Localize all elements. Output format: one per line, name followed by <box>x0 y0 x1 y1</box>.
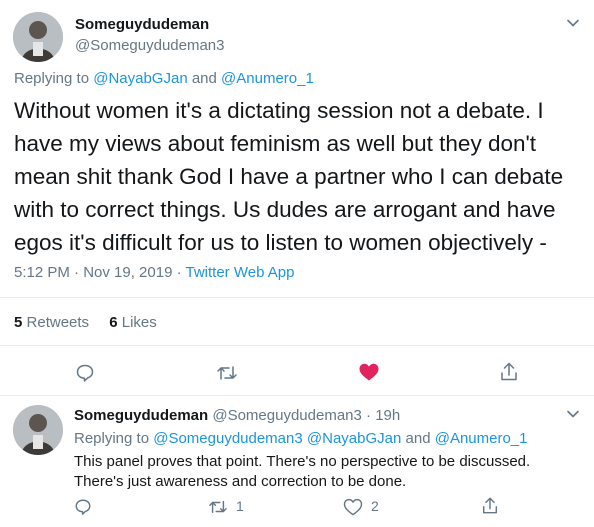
mention-link[interactable]: @Anumero_1 <box>435 430 528 447</box>
reply-like-count: 2 <box>371 498 379 514</box>
reply-replying-to: Replying to @Someguydudeman3 @NayabGJan … <box>74 430 528 447</box>
replying-and: and <box>405 430 431 447</box>
tweet-time[interactable]: 5:12 PM · Nov 19, 2019 · <box>14 264 182 281</box>
reply-bubble-icon[interactable] <box>74 498 92 516</box>
reply-author-handle[interactable]: @Someguydudeman3 <box>212 407 362 424</box>
mention-link[interactable]: @NayabGJan <box>307 430 401 447</box>
chevron-down-icon[interactable] <box>566 407 580 421</box>
author-handle[interactable]: @Someguydudeman3 <box>75 37 225 54</box>
retweets-label: Retweets <box>26 314 90 331</box>
replying-prefix: Replying to <box>14 70 90 87</box>
tweet-text: Without women it's a dictating session n… <box>14 98 564 255</box>
heart-icon[interactable] <box>343 498 363 516</box>
mention-link[interactable]: @NayabGJan <box>93 70 187 87</box>
reply-bubble-icon[interactable] <box>75 363 95 383</box>
divider <box>0 345 594 346</box>
divider <box>0 297 594 298</box>
tweet-metadata: 5:12 PM · Nov 19, 2019 · Twitter Web App <box>14 264 294 281</box>
share-icon[interactable] <box>499 361 519 382</box>
reply-retweet-count: 1 <box>236 498 244 514</box>
replying-and: and <box>191 70 217 87</box>
reply-author-avatar[interactable] <box>13 405 63 455</box>
reply-text-line: This panel proves that point. There's no… <box>74 453 531 470</box>
heart-icon[interactable] <box>358 362 380 382</box>
reply-author-name[interactable]: Someguydudeman <box>74 407 208 424</box>
replying-prefix: Replying to <box>74 430 150 447</box>
retweet-icon[interactable] <box>216 363 238 383</box>
tweet-source[interactable]: Twitter Web App <box>186 264 295 281</box>
share-icon[interactable] <box>481 496 499 515</box>
reply-header: Someguydudeman @Someguydudeman3 · 19h <box>74 407 400 424</box>
author-name[interactable]: Someguydudeman <box>75 16 209 33</box>
reply-text: This panel proves that point. There's no… <box>74 452 584 492</box>
mention-link[interactable]: @Someguydudeman3 <box>153 430 303 447</box>
likes-count: 6 <box>109 314 118 331</box>
likes-stat[interactable]: 6 Likes <box>109 314 157 331</box>
divider <box>0 395 594 396</box>
reply-text-line: There's just awareness and correction to… <box>74 473 407 490</box>
retweets-stat[interactable]: 5 Retweets <box>14 314 93 331</box>
author-avatar[interactable] <box>13 12 63 62</box>
retweets-count: 5 <box>14 314 23 331</box>
engagement-stats: 5 Retweets 6 Likes <box>14 314 157 331</box>
mention-link[interactable]: @Anumero_1 <box>221 70 314 87</box>
retweet-icon[interactable] <box>208 498 228 516</box>
replying-to: Replying to @NayabGJan and @Anumero_1 <box>14 70 314 87</box>
chevron-down-icon[interactable] <box>566 16 580 30</box>
likes-label: Likes <box>121 314 157 331</box>
reply-time[interactable]: · 19h <box>366 407 400 424</box>
